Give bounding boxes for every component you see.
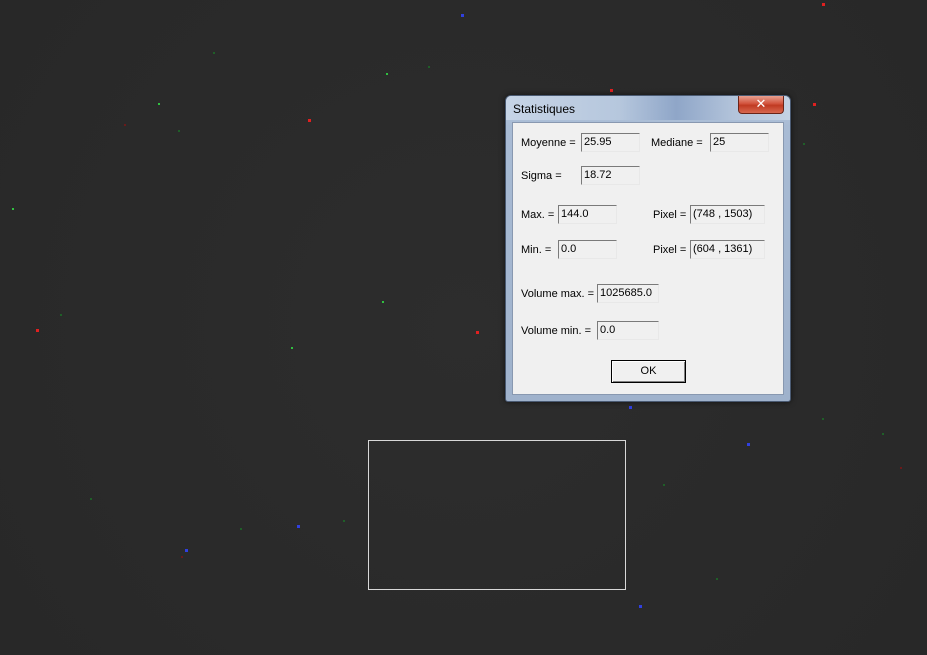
star-point	[158, 103, 160, 105]
min-pixel-label: Pixel =	[653, 244, 687, 256]
star-point	[60, 314, 62, 316]
star-point	[803, 143, 805, 145]
max-label: Max. =	[521, 209, 555, 221]
max-pixel-label: Pixel =	[653, 209, 687, 221]
moyenne-label: Moyenne =	[521, 137, 576, 149]
star-point	[213, 52, 215, 54]
moyenne-field[interactable]: 25.95	[581, 133, 640, 152]
close-icon: ✕	[755, 97, 767, 112]
star-point	[639, 605, 642, 608]
volume-min-field[interactable]: 0.0	[597, 321, 659, 340]
statistics-dialog: Statistiques ✕ Moyenne = 25.95 Mediane =…	[505, 95, 791, 402]
volume-max-label: Volume max. =	[521, 288, 595, 300]
star-point	[291, 347, 293, 349]
min-label: Min. =	[521, 244, 552, 256]
star-point	[12, 208, 14, 210]
star-point	[813, 103, 816, 106]
sigma-label: Sigma =	[521, 170, 562, 182]
ok-button[interactable]: OK	[611, 360, 686, 383]
star-point	[185, 549, 188, 552]
star-point	[308, 119, 311, 122]
star-point	[36, 329, 39, 332]
star-point	[610, 89, 613, 92]
volume-min-label: Volume min. =	[521, 325, 592, 337]
star-point	[178, 130, 180, 132]
star-point	[386, 73, 388, 75]
star-point	[181, 556, 183, 558]
star-point	[629, 406, 632, 409]
star-point	[297, 525, 300, 528]
max-pixel-field[interactable]: (748 , 1503)	[690, 205, 765, 224]
star-point	[900, 467, 902, 469]
star-point	[716, 578, 718, 580]
star-point	[343, 520, 345, 522]
dialog-body: Moyenne = 25.95 Mediane = 25 Sigma = 18.…	[512, 122, 784, 395]
star-point	[90, 498, 92, 500]
star-point	[428, 66, 430, 68]
star-point	[747, 443, 750, 446]
mediane-field[interactable]: 25	[710, 133, 769, 152]
star-point	[822, 3, 825, 6]
title-bar[interactable]: Statistiques ✕	[506, 96, 790, 120]
star-point	[882, 433, 884, 435]
star-point	[124, 124, 126, 126]
mediane-label: Mediane =	[651, 137, 703, 149]
star-point	[461, 14, 464, 17]
star-point	[240, 528, 242, 530]
dialog-title: Statistiques	[513, 102, 576, 116]
min-field[interactable]: 0.0	[558, 240, 617, 259]
star-point	[382, 301, 384, 303]
star-point	[476, 331, 479, 334]
min-pixel-field[interactable]: (604 , 1361)	[690, 240, 765, 259]
close-button[interactable]: ✕	[738, 96, 784, 114]
volume-max-field[interactable]: 1025685.0	[597, 284, 659, 303]
star-point	[822, 418, 824, 420]
star-point	[663, 484, 665, 486]
max-field[interactable]: 144.0	[558, 205, 617, 224]
sigma-field[interactable]: 18.72	[581, 166, 640, 185]
selection-rectangle[interactable]	[368, 440, 626, 590]
